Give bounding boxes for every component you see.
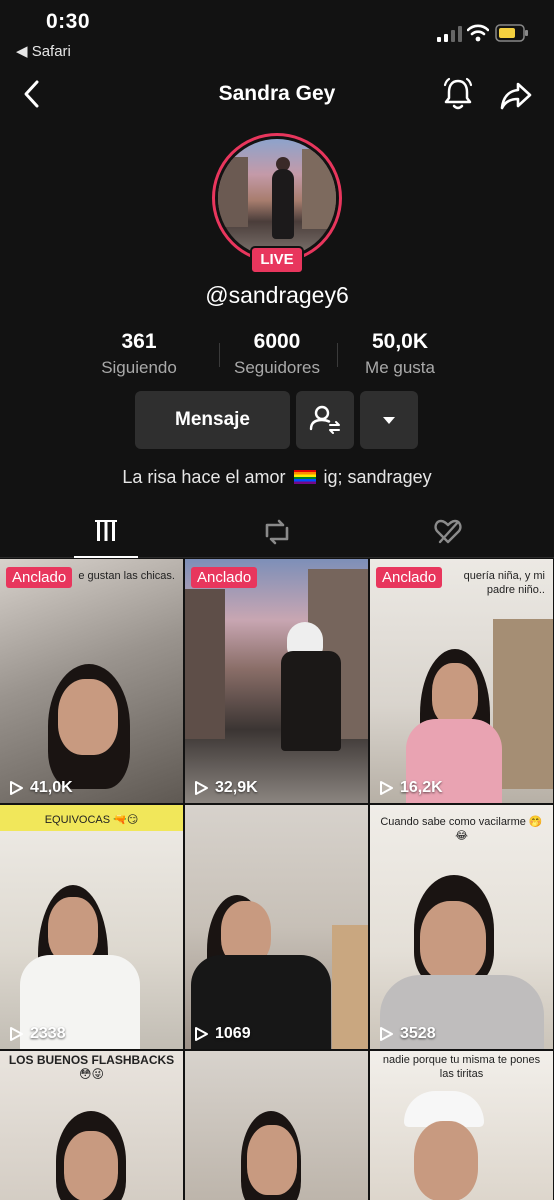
rainbow-flag-icon — [293, 470, 316, 484]
stat-value: 361 — [121, 330, 157, 353]
stat-value: 50,0K — [371, 330, 429, 353]
live-badge[interactable]: LIVE — [250, 246, 304, 274]
grid-bars-icon — [95, 520, 117, 541]
view-count-value: 16,2K — [400, 779, 443, 796]
avatar — [218, 139, 336, 257]
video-tile[interactable]: e gustan las chicas. Anclado 41,0K — [0, 559, 183, 803]
video-tile[interactable]: LOS BUENOS FLASHBACKS 😳😜 — [0, 1051, 183, 1200]
profile-tabs — [0, 508, 554, 558]
clock: 0:30 — [46, 10, 91, 33]
pinned-badge: Anclado — [191, 567, 258, 588]
wifi-icon — [467, 24, 489, 42]
video-tile[interactable]: EQUIVOCAS 🔫😏 2338 — [0, 805, 183, 1049]
share-arrow-icon[interactable] — [498, 78, 534, 112]
video-tile[interactable]: Anclado 32,9K — [185, 559, 368, 803]
following-button[interactable] — [296, 391, 354, 449]
username: @sandragey6 — [205, 282, 349, 308]
battery-icon — [495, 24, 528, 42]
stat-following[interactable]: 361 Siguiendo — [79, 330, 199, 378]
view-count-value: 32,9K — [215, 779, 258, 796]
view-count-value: 41,0K — [30, 779, 73, 796]
hidden-heart-icon — [434, 519, 462, 544]
more-options-dropdown[interactable] — [360, 391, 418, 449]
cellular-signal-icon — [437, 26, 462, 42]
tab-videos[interactable] — [74, 508, 138, 558]
view-count: 41,0K — [8, 779, 73, 797]
view-count-value: 2338 — [30, 1025, 66, 1042]
bio-text: La risa hace el amor — [122, 467, 286, 487]
bio-instagram: ig; sandragey — [323, 467, 432, 487]
profile-avatar-ring[interactable] — [212, 133, 342, 263]
pinned-badge: Anclado — [6, 567, 73, 588]
video-caption: EQUIVOCAS 🔫😏 — [44, 814, 139, 826]
video-tile[interactable]: 1069 — [185, 805, 368, 1049]
pinned-badge: Anclado — [376, 567, 443, 588]
repost-icon — [265, 519, 289, 545]
video-caption: LOS BUENOS FLASHBACKS 😳😜 — [8, 1053, 175, 1081]
play-icon — [380, 1027, 393, 1041]
play-icon — [195, 1027, 208, 1041]
view-count: 16,2K — [378, 779, 443, 797]
video-tile[interactable]: quería niña, y mi padre niño.. Anclado 1… — [370, 559, 553, 803]
stat-likes[interactable]: 50,0K Me gusta — [340, 330, 460, 378]
video-caption: nadie porque tu misma te pones las tirit… — [382, 1054, 541, 1080]
view-count: 2338 — [8, 1025, 66, 1043]
play-icon — [380, 781, 393, 795]
profile-bio: La risa hace el amor ig; sandragey — [0, 467, 554, 488]
message-button[interactable]: Mensaje — [135, 391, 290, 449]
tab-reposts[interactable] — [245, 508, 309, 558]
stat-label: Siguiendo — [101, 358, 177, 377]
play-icon — [10, 1027, 23, 1041]
status-bar: 0:30 ◀ Safari — [0, 0, 554, 70]
user-following-icon — [309, 405, 340, 434]
play-icon — [195, 781, 208, 795]
video-caption: Cuando sabe como vacilarme 🤭😂 — [380, 816, 543, 842]
divider — [337, 343, 338, 367]
play-icon — [10, 781, 23, 795]
video-tile[interactable]: Cuando sabe como vacilarme 🤭😂 3528 — [370, 805, 553, 1049]
notification-bell-icon[interactable] — [440, 76, 476, 112]
view-count-value: 3528 — [400, 1025, 436, 1042]
profile-header: Sandra Gey — [0, 70, 554, 120]
tab-liked-private[interactable] — [416, 508, 480, 558]
view-count: 3528 — [378, 1025, 436, 1043]
stat-label: Seguidores — [233, 358, 320, 377]
caret-down-icon — [383, 417, 395, 424]
view-count-value: 1069 — [215, 1025, 251, 1042]
video-tile[interactable] — [185, 1051, 368, 1200]
stat-label: Me gusta — [365, 358, 435, 377]
stat-followers[interactable]: 6000 Seguidores — [217, 330, 337, 378]
view-count: 32,9K — [193, 779, 258, 797]
stat-value: 6000 — [253, 330, 301, 353]
view-count: 1069 — [193, 1025, 251, 1043]
back-to-safari-link[interactable]: ◀ Safari — [16, 42, 71, 60]
video-tile[interactable]: nadie porque tu misma te pones las tirit… — [370, 1051, 553, 1200]
